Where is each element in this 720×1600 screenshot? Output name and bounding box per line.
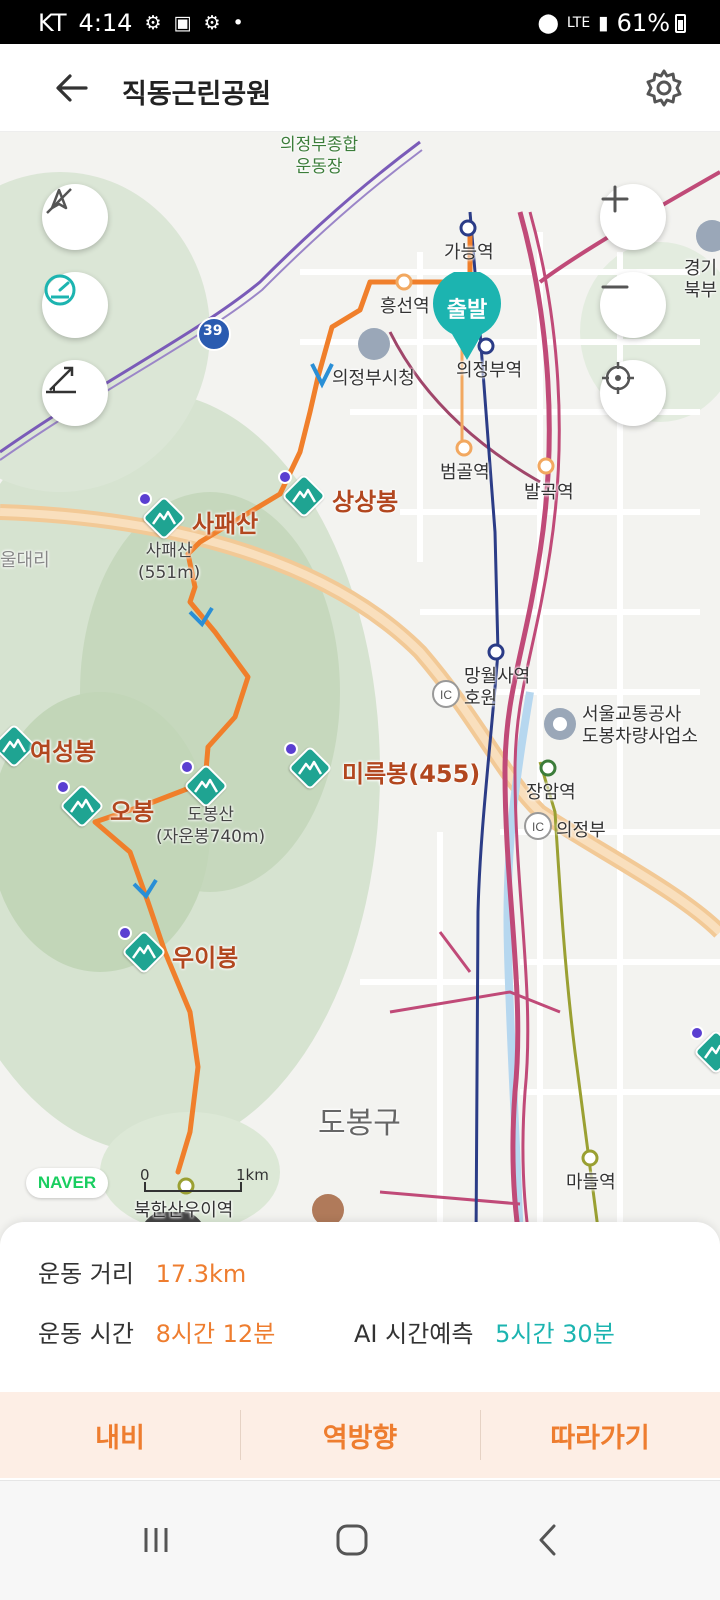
- gear-icon[interactable]: [644, 68, 684, 108]
- depot-label: 서울교통공사 도봉차량사업소: [582, 704, 698, 747]
- village-label: 울대리: [0, 550, 50, 571]
- clock-text: 4:14: [78, 9, 133, 37]
- district-label: 도봉구: [318, 1106, 401, 1141]
- carrier-text: KT: [38, 9, 67, 37]
- dot-icon: •: [232, 12, 244, 34]
- station-label: 발곡역: [524, 482, 574, 503]
- station-label: 북한산우이역: [134, 1200, 234, 1221]
- navi-button[interactable]: 내비: [0, 1392, 240, 1478]
- speedometer-icon[interactable]: [42, 272, 108, 338]
- peak-label: 오봉: [110, 798, 155, 826]
- stadium-label: 의정부종합 운동장: [280, 135, 359, 177]
- battery-icon: [675, 14, 686, 33]
- ai-estimate-value: 5시간 30분: [495, 1320, 615, 1348]
- zoom-out-icon[interactable]: [600, 272, 666, 338]
- station-label: 장암역: [526, 782, 576, 803]
- battery-text: 61%: [616, 9, 670, 37]
- reverse-button[interactable]: 역방향: [240, 1392, 480, 1478]
- mountain-icon[interactable]: [138, 492, 187, 541]
- peak-sub-label: 사패산 (551m): [138, 541, 201, 583]
- station-label: 흥선역: [380, 296, 430, 317]
- time-value: 8시간 12분: [155, 1320, 276, 1348]
- mountain-icon[interactable]: [278, 470, 327, 519]
- ic-label: 의정부: [556, 820, 606, 841]
- mountain-icon[interactable]: [180, 760, 229, 809]
- ai-estimate-row: AI 시간예측 5시간 30분: [354, 1314, 615, 1349]
- station-label: 마들역: [566, 1172, 616, 1193]
- peak-label: 사패산: [192, 510, 259, 538]
- time-row: 운동 시간 8시간 12분: [38, 1314, 275, 1349]
- ic-label: 호원: [464, 688, 498, 709]
- elevation-icon[interactable]: [42, 360, 108, 426]
- current-location-icon[interactable]: [600, 360, 666, 426]
- time-label: 운동 시간: [38, 1320, 134, 1348]
- home-icon[interactable]: [322, 1515, 382, 1565]
- summary-panel: 운동 거리 17.3km 운동 시간 8시간 12분 AI 시간예측 5시간 3…: [0, 1222, 720, 1392]
- mountain-icon[interactable]: [56, 780, 105, 829]
- shoe-icon: ⚙: [144, 12, 162, 34]
- peak-sub-label: 도봉산 (자운봉740m): [156, 805, 266, 847]
- start-pin[interactable]: 출발: [430, 272, 504, 362]
- distance-value: 17.3km: [155, 1260, 247, 1288]
- settings-status-icon: ⚙: [203, 12, 221, 34]
- action-bar: 내비 역방향 따라가기: [0, 1392, 720, 1478]
- location-icon: ⬤: [537, 12, 559, 34]
- mountain-icon[interactable]: [690, 1026, 720, 1075]
- place-label: 의정부시청: [332, 368, 415, 389]
- peak-label: 우이봉: [172, 944, 239, 972]
- page-title: 직동근린공원: [122, 79, 272, 110]
- distance-label: 운동 거리: [38, 1260, 134, 1288]
- mountain-icon[interactable]: [284, 742, 333, 791]
- peak-label: 상상봉: [332, 488, 399, 516]
- arrow-left-icon[interactable]: [52, 68, 92, 108]
- station-label: 가능역: [444, 242, 494, 263]
- scale-end-label: 1km: [236, 1166, 269, 1184]
- peak-label: 미륵봉(455): [342, 760, 481, 788]
- scale-bar: 0 1km: [140, 1166, 280, 1194]
- start-pin-label: 출발: [446, 298, 488, 323]
- ai-estimate-label: AI 시간예측: [354, 1320, 474, 1348]
- zoom-in-icon[interactable]: [600, 184, 666, 250]
- status-bar: KT 4:14 ⚙ ▣ ⚙ • ⬤ LTE ▮ 61%: [0, 0, 720, 44]
- follow-button[interactable]: 따라가기: [480, 1392, 720, 1478]
- scale-start-label: 0: [140, 1166, 150, 1184]
- svg-text:IC: IC: [440, 688, 452, 702]
- system-nav-bar: [0, 1480, 720, 1600]
- camera-icon: ▣: [173, 12, 192, 34]
- mountain-icon[interactable]: [118, 926, 167, 975]
- app-bar: 직동근린공원: [0, 44, 720, 132]
- recent-apps-icon[interactable]: [126, 1515, 186, 1565]
- station-label: 범골역: [440, 462, 490, 483]
- map-view[interactable]: IC IC 출발 도착 상상봉 사패산 여성봉 오봉 미륵봉(455: [0, 132, 720, 1244]
- peak-label: 여성봉: [30, 738, 97, 766]
- route-shield-label: 39: [203, 323, 223, 339]
- back-icon[interactable]: [518, 1515, 578, 1565]
- distance-row: 운동 거리 17.3km: [38, 1254, 246, 1289]
- compass-off-icon[interactable]: [42, 184, 108, 250]
- signal-icon: ▮: [598, 12, 609, 34]
- svg-text:IC: IC: [532, 820, 544, 834]
- region-label: 경기 북부: [684, 258, 718, 301]
- station-label: 의정부역: [456, 360, 523, 381]
- lte-text: LTE: [566, 15, 591, 31]
- naver-logo: NAVER: [26, 1168, 108, 1198]
